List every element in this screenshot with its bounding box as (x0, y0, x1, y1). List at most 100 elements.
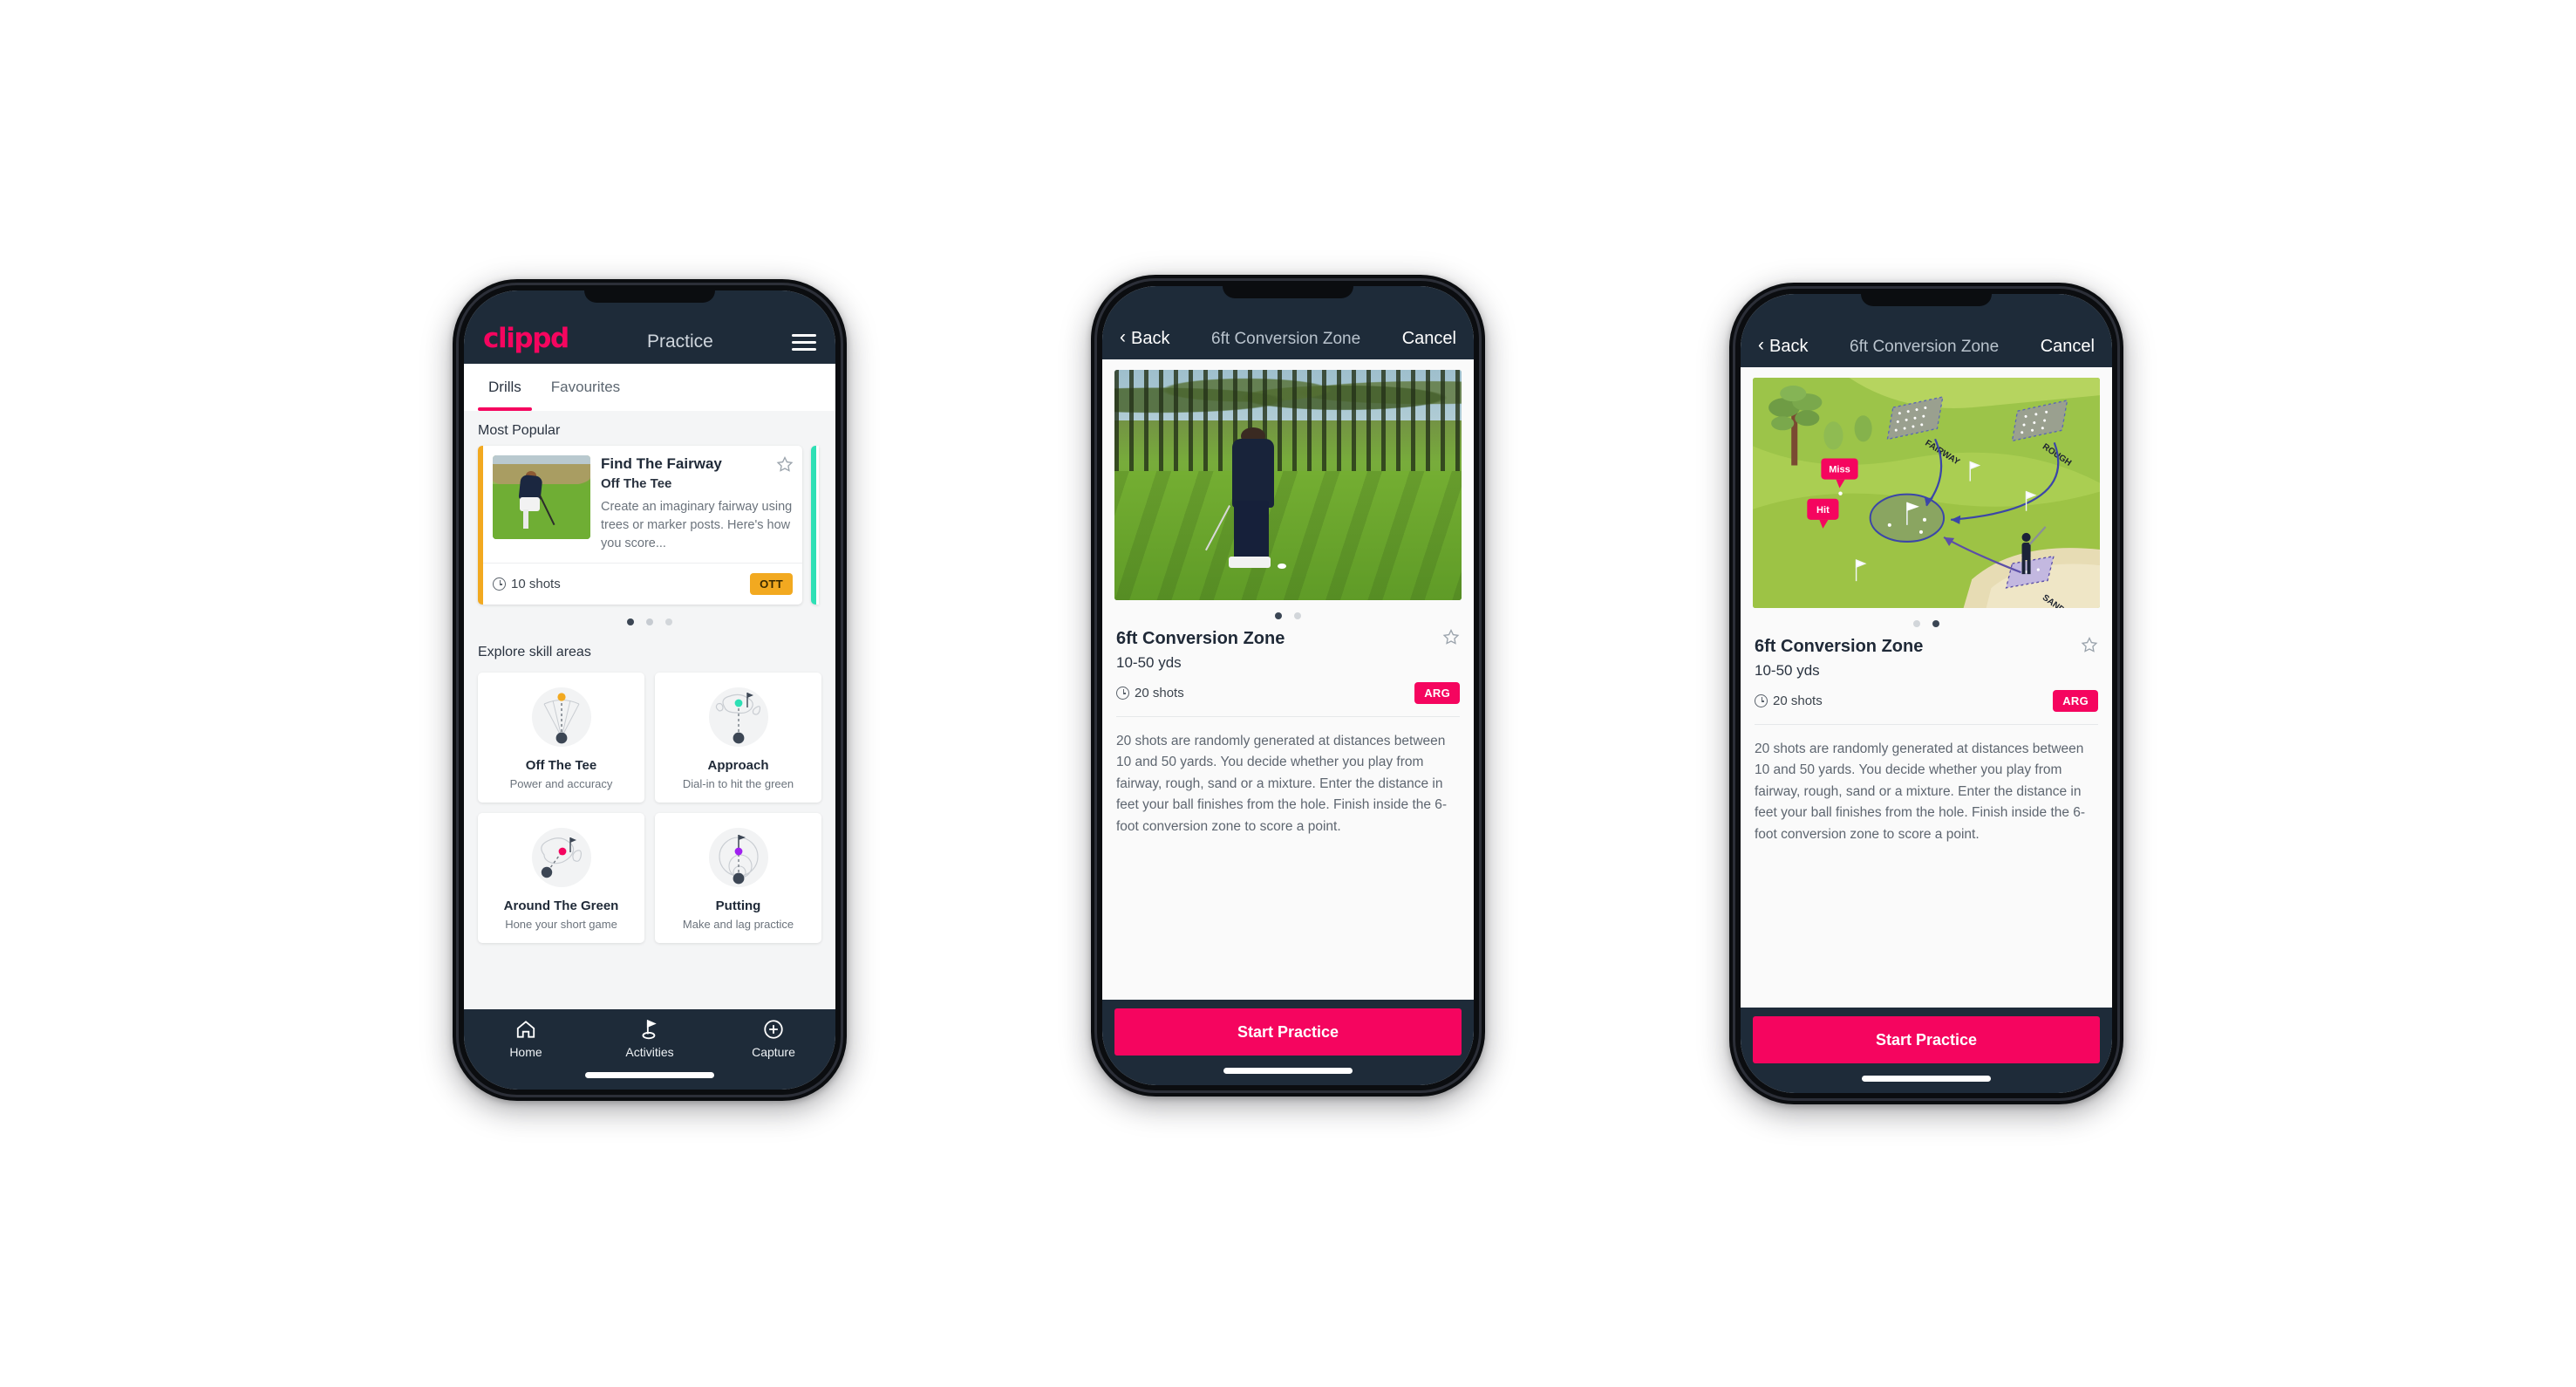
drill-shots: 20 shots (1755, 694, 1823, 708)
section-most-popular-label: Most Popular (478, 423, 561, 438)
detail-body: FAIRWAY ROUGH SAND Miss Hit 6ft Conversi… (1741, 367, 2112, 1008)
skill-card-putting[interactable]: Putting Make and lag practice (655, 813, 821, 944)
media-dot-2[interactable] (1932, 620, 1939, 627)
drill-title: Find The Fairway (601, 455, 722, 472)
carousel-dot-2[interactable] (646, 618, 653, 626)
chevron-left-icon: ‹ (1758, 335, 1764, 355)
phone-notch (1223, 286, 1353, 298)
skill-badge: ARG (2053, 690, 2098, 712)
drill-title: 6ft Conversion Zone (1755, 637, 1924, 656)
skill-badge: OTT (750, 573, 793, 596)
drill-card-footer: 10 shots OTT (483, 563, 802, 605)
star-outline-icon[interactable] (1442, 628, 1460, 646)
skill-name: Off The Tee (525, 758, 597, 774)
page-title: Practice (646, 331, 713, 352)
drill-shots-label: 10 shots (511, 577, 561, 592)
drill-shots: 10 shots (493, 577, 561, 591)
detail-title: 6ft Conversion Zone (1850, 338, 2000, 356)
screenshot-stage: clippd Practice Drills Favourites Most P… (0, 0, 2576, 1387)
drill-shots-label: 20 shots (1135, 686, 1184, 700)
hamburger-icon[interactable] (791, 334, 816, 351)
clock-icon (493, 577, 506, 591)
clippd-logo[interactable]: clippd (483, 325, 569, 352)
tab-favourites[interactable]: Favourites (541, 364, 630, 411)
start-practice-button[interactable]: Start Practice (1114, 1008, 1462, 1056)
drill-description: 20 shots are randomly generated at dista… (1755, 741, 2086, 842)
cancel-button[interactable]: Cancel (2041, 338, 2095, 355)
chip-green-icon (485, 825, 637, 890)
star-outline-icon[interactable] (776, 455, 794, 473)
screen-drill-detail-photo: ‹ Back 6ft Conversion Zone Cancel 6ft Co… (1102, 286, 1474, 1085)
home-indicator (1223, 1068, 1353, 1074)
media-dot-1[interactable] (1275, 612, 1282, 619)
plus-circle-icon (764, 1020, 783, 1039)
svg-text:Miss: Miss (1829, 465, 1850, 475)
golf-course-diagram: FAIRWAY ROUGH SAND Miss Hit (1753, 378, 2100, 608)
tabbar-item-activities[interactable]: Activities (589, 1018, 712, 1059)
drill-card[interactable]: Find The Fairway Off The Tee Create an i… (478, 446, 802, 605)
drill-shots-label: 20 shots (1773, 694, 1823, 708)
tabbar-item-capture[interactable]: Capture (712, 1018, 835, 1059)
drill-media-course-map[interactable]: FAIRWAY ROUGH SAND Miss Hit (1753, 378, 2100, 608)
section-explore-label: Explore skill areas (478, 645, 591, 660)
skill-caption: Make and lag practice (682, 918, 794, 932)
media-carousel-dots[interactable] (1741, 608, 2112, 631)
home-icon (516, 1021, 535, 1038)
putting-rings-icon (662, 825, 814, 890)
back-button[interactable]: ‹ Back (1758, 335, 1809, 356)
phone-mockup-drill-detail-map: ‹ Back 6ft Conversion Zone Cancel FAIRWA… (1729, 283, 2123, 1104)
phone-mockup-practice-list: clippd Practice Drills Favourites Most P… (453, 279, 847, 1101)
detail-header: 6ft Conversion Zone 10-50 yds 20 shots A… (1102, 623, 1474, 704)
skill-badge: ARG (1414, 682, 1460, 704)
skill-caption: Hone your short game (505, 918, 617, 932)
skill-card-off-the-tee[interactable]: Off The Tee Power and accuracy (478, 673, 644, 803)
practice-scroll-body[interactable]: Most Popular Find The Fairway Off The Te… (464, 411, 835, 1009)
chevron-left-icon: ‹ (1120, 327, 1126, 347)
carousel-dots[interactable] (464, 605, 835, 632)
home-indicator (1862, 1076, 1991, 1082)
back-label: Back (1131, 328, 1170, 348)
skill-card-around-the-green[interactable]: Around The Green Hone your short game (478, 813, 644, 944)
tabbar-item-home[interactable]: Home (465, 1018, 588, 1059)
carousel-dot-3[interactable] (665, 618, 672, 626)
star-outline-icon[interactable] (2081, 636, 2098, 653)
drill-description: Create an imaginary fairway using trees … (601, 500, 793, 551)
drill-thumbnail (493, 455, 590, 539)
drill-media-photo[interactable] (1114, 370, 1462, 600)
golf-flag-icon (642, 1019, 657, 1040)
home-indicator (585, 1072, 714, 1078)
drill-card-top: Find The Fairway Off The Tee Create an i… (483, 446, 802, 563)
tab-strip: Drills Favourites (464, 364, 835, 411)
media-dot-2[interactable] (1294, 612, 1301, 619)
drill-distance: 10-50 yds (1755, 662, 1820, 679)
drill-card-next-peek[interactable] (811, 446, 819, 605)
screen-drill-detail-map: ‹ Back 6ft Conversion Zone Cancel FAIRWA… (1741, 294, 2112, 1093)
tabbar-label: Capture (752, 1045, 795, 1059)
skill-name: Around The Green (503, 898, 619, 914)
phone-mockup-drill-detail-photo: ‹ Back 6ft Conversion Zone Cancel 6ft Co… (1091, 275, 1485, 1097)
phone-notch (1861, 294, 1992, 306)
carousel-dot-1[interactable] (627, 618, 634, 626)
start-practice-button[interactable]: Start Practice (1753, 1016, 2100, 1063)
tab-drills[interactable]: Drills (478, 364, 532, 411)
approach-green-icon (662, 685, 814, 749)
tee-dispersion-icon (485, 685, 637, 749)
skill-card-approach[interactable]: Approach Dial-in to hit the green (655, 673, 821, 803)
screen-practice-list: clippd Practice Drills Favourites Most P… (464, 290, 835, 1090)
drill-subtitle: Off The Tee (601, 476, 672, 491)
drill-description: 20 shots are randomly generated at dista… (1116, 734, 1448, 834)
media-dot-1[interactable] (1913, 620, 1920, 627)
tabbar-label: Activities (625, 1045, 674, 1059)
clock-icon (1116, 687, 1129, 700)
cancel-button[interactable]: Cancel (1402, 330, 1456, 347)
media-carousel-dots[interactable] (1102, 600, 1474, 623)
back-label: Back (1769, 336, 1809, 356)
skill-areas-grid: Off The Tee Power and accuracy Approach … (464, 667, 835, 944)
drill-distance: 10-50 yds (1116, 654, 1182, 671)
clock-icon (1755, 694, 1768, 707)
detail-body: 6ft Conversion Zone 10-50 yds 20 shots A… (1102, 359, 1474, 1000)
back-button[interactable]: ‹ Back (1120, 327, 1170, 348)
drill-shots: 20 shots (1116, 686, 1184, 700)
skill-name: Putting (715, 898, 761, 914)
most-popular-carousel[interactable]: Find The Fairway Off The Tee Create an i… (464, 446, 835, 605)
